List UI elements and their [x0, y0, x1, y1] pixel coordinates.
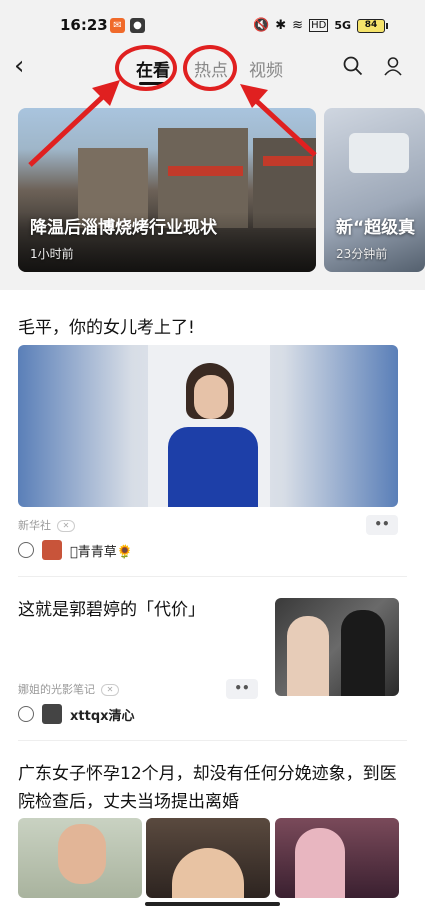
feed-item-3-image-3[interactable] [275, 818, 399, 898]
more-button[interactable]: •• [226, 679, 258, 699]
shop-sign [263, 156, 313, 166]
feed-item-1-source: 新华社 ✕ [18, 517, 75, 533]
signal-icon: 5G [334, 19, 351, 32]
feed-item-3-image-1[interactable] [18, 818, 142, 898]
feed-item-3-title[interactable]: 广东女子怀孕12个月，却没有任何分娩迹象，到医院检查后，丈夫当场提出离婚 [18, 760, 408, 816]
feed-item-1-user-row:  青青草🌻 [18, 540, 133, 560]
bluetooth-icon: ✱ [275, 18, 287, 33]
feed-item-1-image[interactable] [18, 345, 398, 507]
wechat-icon: ● [130, 18, 145, 33]
home-indicator[interactable] [145, 902, 280, 906]
feed-item-2-user-row: xttqx清心 [18, 704, 135, 724]
person-shape [295, 828, 345, 898]
person-shape [341, 610, 385, 696]
status-bar: 16:23 ✉ ● 🔇 ✱ ≋ HD 5G 84 [0, 14, 425, 40]
dislike-icon[interactable]: ✕ [57, 520, 75, 532]
annotation-circle-redian [183, 45, 237, 91]
back-icon[interactable]: ‹ [14, 52, 24, 80]
hero-card-title: 降温后淄博烧烤行业现状 [30, 218, 217, 238]
status-time: 16:23 [60, 16, 108, 34]
feed-item-2-title[interactable]: 这就是郭碧婷的「代价」 [18, 596, 205, 624]
feed-item-2-image[interactable] [275, 598, 399, 696]
hero-card-2-time: 23分钟前 [336, 247, 388, 261]
battery-icon: 84 [357, 18, 388, 33]
belly-shape [172, 848, 244, 898]
hero-card-time: 1小时前 [30, 247, 74, 261]
status-icons: 🔇 ✱ ≋ HD 5G 84 [253, 18, 388, 33]
hero-card-2[interactable]: 新“超级真 23分钟前 [324, 108, 425, 272]
wifi-icon: ≋ [292, 18, 304, 33]
annotation-circle-zaikan [115, 45, 177, 91]
avatar [42, 540, 62, 560]
hero-card[interactable]: 降温后淄博烧烤行业现状 1小时前 [18, 108, 316, 272]
avatar [42, 704, 62, 724]
person-shape [287, 616, 329, 696]
shirt-shape [168, 427, 258, 507]
feed-item-3-image-2[interactable] [146, 818, 270, 898]
profile-icon[interactable] [383, 56, 403, 76]
like-icon[interactable] [18, 706, 34, 722]
divider [18, 576, 407, 577]
hero-card-2-title: 新“超级真 [336, 218, 416, 238]
shop-sign [168, 166, 243, 176]
product-shape [349, 133, 409, 173]
face-shape [194, 375, 228, 419]
more-button[interactable]: •• [366, 515, 398, 535]
divider [18, 740, 407, 741]
user-name:  青青草🌻 [70, 544, 133, 560]
face-shape [58, 824, 106, 884]
mute-icon: 🔇 [253, 18, 270, 33]
search-icon[interactable] [343, 56, 363, 76]
hd-icon: HD [309, 19, 329, 32]
feed-item-1-title[interactable]: 毛平，你的女儿考上了! [18, 314, 195, 342]
notification-app-icon: ✉ [110, 18, 125, 33]
feed-item-2-source: 娜姐的光影笔记 ✕ [18, 681, 119, 697]
user-name: xttqx清心 [70, 708, 135, 724]
like-icon[interactable] [18, 542, 34, 558]
tab-video[interactable]: 视频 [249, 56, 283, 81]
dislike-icon[interactable]: ✕ [101, 684, 119, 696]
